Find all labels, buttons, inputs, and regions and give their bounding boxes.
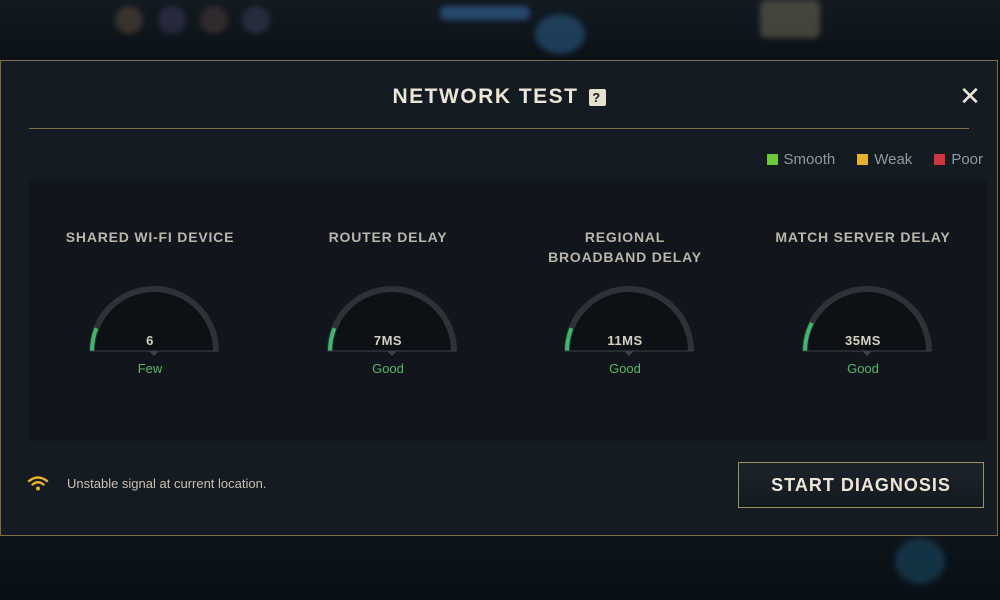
- help-icon[interactable]: ?: [588, 88, 606, 106]
- legend: Smooth Weak Poor: [766, 151, 983, 168]
- dialog-header: NETWORK TEST ?: [1, 85, 997, 109]
- background-portrait: [115, 6, 143, 34]
- metric-status: Good: [609, 361, 641, 376]
- metric-status: Good: [847, 361, 879, 376]
- metric-value: 7MS: [373, 333, 403, 348]
- metric-status: Good: [372, 361, 404, 376]
- legend-item-poor: Poor: [934, 151, 983, 168]
- background-hud-bottom: [0, 534, 1000, 600]
- legend-swatch: [766, 154, 778, 165]
- metric-value: 6: [146, 333, 154, 348]
- legend-label: Weak: [874, 151, 913, 168]
- legend-label: Poor: [951, 151, 983, 168]
- legend-item-smooth: Smooth: [766, 151, 836, 168]
- gauge-pointer: [862, 351, 872, 356]
- metric-router-delay: ROUTER DELAY 7MS Good: [278, 181, 498, 441]
- legend-label: Smooth: [783, 151, 836, 168]
- gauge-pointer: [387, 351, 397, 356]
- close-icon[interactable]: ✕: [957, 83, 983, 109]
- wifi-weak-icon: [27, 476, 49, 491]
- metric-shared-wifi-device: SHARED WI-FI DEVICE 6 Few: [40, 181, 260, 441]
- metric-label: REGIONAL BROADBAND DELAY: [548, 229, 702, 265]
- signal-status: Unstable signal at current location.: [27, 475, 266, 491]
- metric-status: Few: [137, 361, 163, 376]
- metric-label: SHARED WI-FI DEVICE: [65, 229, 235, 245]
- metric-value: 11MS: [607, 333, 643, 348]
- metric-value: 35MS: [845, 333, 881, 348]
- background-portrait: [158, 6, 186, 34]
- metric-label: MATCH SERVER DELAY: [775, 229, 951, 245]
- gauge-pointer: [624, 351, 634, 356]
- background-portrait: [200, 6, 228, 34]
- metric-label: ROUTER DELAY: [328, 229, 448, 245]
- network-test-dialog: NETWORK TEST ? ✕ Smooth Weak Poor SHARED…: [0, 60, 998, 536]
- background-portrait: [242, 6, 270, 34]
- metrics-panel: SHARED WI-FI DEVICE 6 Few ROUTER DELAY 7…: [29, 181, 987, 441]
- background-emblem: [535, 14, 585, 54]
- metric-match-server-delay: MATCH SERVER DELAY 35MS Good: [753, 181, 973, 441]
- background-bar: [440, 6, 530, 20]
- legend-item-weak: Weak: [857, 151, 912, 168]
- title-divider: [29, 128, 969, 129]
- background-button: [895, 538, 945, 584]
- legend-swatch: [857, 154, 869, 165]
- signal-status-text: Unstable signal at current location.: [67, 475, 267, 491]
- legend-swatch: [934, 154, 946, 165]
- background-panel: [760, 0, 820, 38]
- metric-regional-broadband-delay: REGIONAL BROADBAND DELAY 11MS Good: [515, 181, 735, 441]
- start-diagnosis-button[interactable]: START DIAGNOSIS: [738, 462, 984, 508]
- gauge-pointer: [149, 351, 159, 356]
- dialog-title: NETWORK TEST: [392, 85, 579, 108]
